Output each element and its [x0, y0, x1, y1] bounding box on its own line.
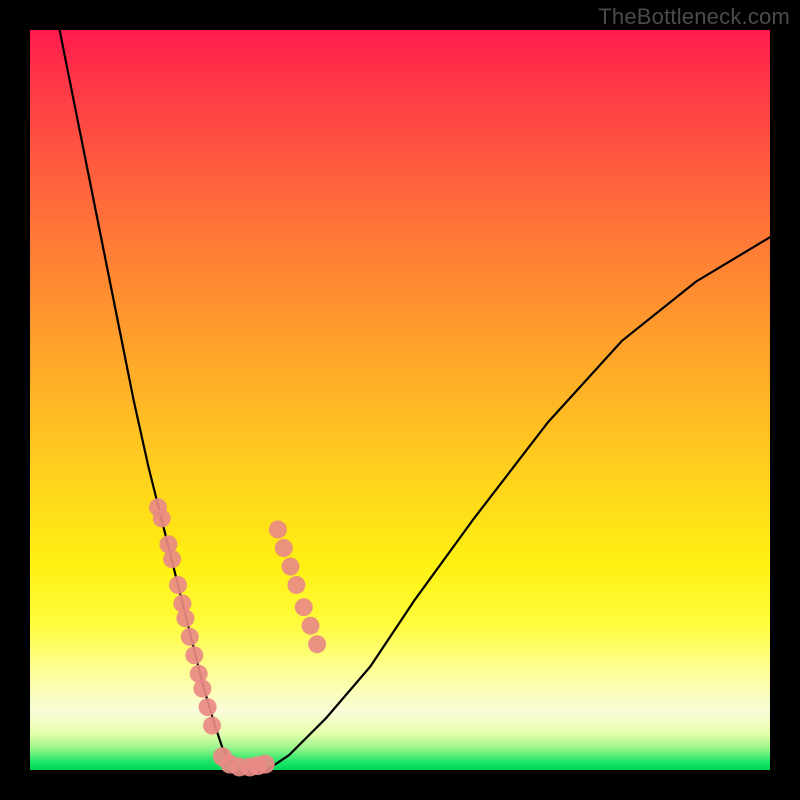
data-dot — [275, 539, 293, 557]
chart-svg — [30, 30, 770, 770]
data-dot — [185, 646, 203, 664]
bottleneck-curve — [60, 30, 770, 770]
data-dot — [308, 635, 326, 653]
data-dot — [193, 680, 211, 698]
data-dot — [163, 550, 181, 568]
data-dot — [302, 617, 320, 635]
data-dot — [173, 595, 191, 613]
chart-plot-area — [30, 30, 770, 770]
data-dot — [269, 521, 287, 539]
data-dot — [287, 576, 305, 594]
data-dot — [203, 717, 221, 735]
data-dot — [176, 609, 194, 627]
data-dots-group — [149, 498, 326, 776]
data-dot — [181, 628, 199, 646]
data-dot — [282, 558, 300, 576]
data-dot — [169, 576, 187, 594]
data-dot — [295, 598, 313, 616]
watermark-text: TheBottleneck.com — [598, 4, 790, 30]
chart-frame: TheBottleneck.com — [0, 0, 800, 800]
data-dot — [256, 755, 275, 774]
data-dot — [153, 509, 171, 527]
data-dot — [199, 698, 217, 716]
